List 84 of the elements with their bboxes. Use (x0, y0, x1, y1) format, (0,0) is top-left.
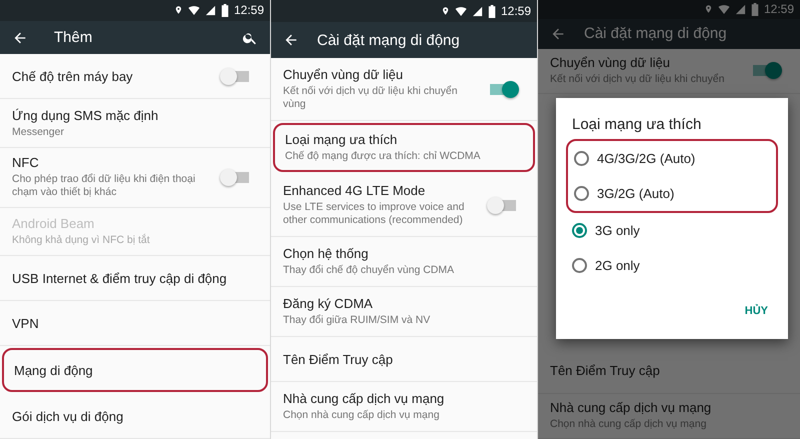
setting-description: Chọn nhà cung cấp dịch vụ mạng (283, 409, 440, 422)
setting-title: Enhanced 4G LTE Mode (283, 183, 426, 198)
radio-option[interactable]: 3G only (566, 212, 778, 248)
back-arrow-icon (283, 32, 299, 48)
status-time: 12:59 (764, 2, 794, 16)
setting-description: Use LTE services to improve voice and other communications (recommended) (283, 201, 466, 227)
cancel-button[interactable]: HỦY (734, 296, 778, 325)
radio-option[interactable]: 4G/3G/2G (Auto) (568, 140, 776, 176)
setting-description: Kết nối với dịch vụ dữ liệu khi chuyển (550, 73, 726, 86)
setting-title: NFC (12, 155, 40, 170)
wifi-icon (188, 4, 200, 16)
battery-icon (750, 2, 759, 16)
toggle-switch[interactable] (487, 196, 519, 214)
toggle-switch[interactable] (220, 168, 252, 186)
setting-description: Chọn nhà cung cấp dịch vụ mạng (550, 418, 708, 432)
setting-title: Chuyển vùng dữ liệu (283, 67, 404, 82)
dialog-title: Loại mạng ưa thích (571, 116, 702, 135)
setting-title: Android Beam (12, 216, 96, 231)
status-time: 12:59 (500, 4, 531, 18)
settings-row[interactable]: Tên Điểm Truy cập (538, 348, 800, 394)
option-label: 4G/3G/2G (Auto) (597, 150, 696, 166)
setting-description: Messenger (12, 126, 65, 139)
settings-row[interactable]: Nhà cung cấp dịch vụ mạng Chọn nhà cung cấp dịch vụ mạng (271, 382, 537, 432)
settings-row[interactable]: Enhanced 4G LTE Mode Use LTE services to improve voice and other communications (recommended) (271, 174, 537, 237)
settings-row[interactable]: Loại mạng ưa thích Chế độ mạng được ưa thích: chỉ WCDMA (273, 123, 535, 172)
setting-description: Chế độ mạng được ưa thích: chỉ WCDMA (285, 150, 482, 163)
signal-icon (204, 4, 216, 16)
setting-description: Thay đổi giữa RUIM/SIM và NV (283, 314, 432, 327)
option-label: 3G only (595, 222, 640, 238)
settings-row[interactable]: USB Internet & điểm truy cập di động (0, 256, 270, 301)
location-pin-icon (440, 5, 450, 17)
setting-title: VPN (12, 316, 40, 330)
settings-row[interactable]: Đăng ký CDMA Thay đổi giữa RUIM/SIM và NV (271, 287, 537, 337)
battery-icon (220, 4, 229, 17)
toolbar-title: Cài đặt mạng di động (584, 25, 728, 42)
setting-title: Tên Điểm Truy cập (283, 352, 394, 366)
toolbar-title: Thêm (54, 29, 94, 46)
setting-title: Gói dịch vụ di động (12, 408, 124, 424)
location-pin-icon (174, 4, 183, 16)
status-time: 12:59 (234, 3, 264, 18)
settings-row[interactable]: Gói dịch vụ di động (0, 394, 270, 439)
setting-title: Chuyển vùng dữ liệu (550, 55, 672, 70)
setting-description: Kết nối với dịch vụ dữ liệu khi chuyển vùng (283, 85, 458, 111)
toolbar-title: Cài đặt mạng di động (317, 32, 461, 48)
settings-row[interactable]: Nhà cung cấp dịch vụ mạng Chọn nhà cung cấp dịch vụ mạng (538, 394, 800, 439)
option-label: 3G/2G (Auto) (597, 186, 674, 201)
setting-description: Cho phép trao đổi dữ liệu khi điện thoại chạm vào thiết bị khác (12, 173, 196, 200)
settings-row[interactable]: Ứng dụng SMS mặc định Messenger (0, 99, 270, 148)
setting-title: Loại mạng ưa thích (285, 132, 398, 147)
toggle-switch[interactable] (487, 80, 519, 98)
radio-option[interactable]: 2G only (566, 248, 778, 283)
battery-icon (488, 4, 496, 18)
setting-title: Đăng ký CDMA (283, 296, 374, 311)
radio-button[interactable] (572, 258, 587, 273)
setting-title: Tên Điểm Truy cập (550, 363, 661, 378)
radio-option[interactable]: 3G/2G (Auto) (568, 176, 776, 211)
settings-row[interactable]: Chuyển vùng dữ liệu Kết nối với dịch vụ dữ liệu khi chuyển (538, 48, 800, 94)
settings-row[interactable]: NFC Cho phép trao đổi dữ liệu khi điện thoại chạm vào thiết bị khác (0, 148, 270, 208)
signal-icon (734, 4, 746, 15)
location-pin-icon (704, 3, 713, 16)
settings-row[interactable]: Mạng di động (2, 348, 268, 392)
setting-description: Thay đổi chế độ chuyển vùng CDMA (283, 264, 456, 277)
radio-button[interactable] (572, 222, 587, 238)
settings-row[interactable]: VPN (0, 301, 270, 346)
settings-row[interactable]: Chuyển vùng dữ liệu Kết nối với dịch vụ dữ liệu khi chuyển vùng (271, 58, 537, 121)
wifi-icon (454, 5, 467, 17)
wifi-icon (718, 3, 730, 16)
settings-row[interactable]: Chế độ trên máy bay (0, 54, 270, 100)
setting-title: Nhà cung cấp dịch vụ mạng (283, 391, 446, 406)
setting-title: Chọn hệ thống (283, 246, 370, 261)
setting-title: Mạng di động (14, 362, 94, 378)
toggle-switch[interactable] (750, 62, 782, 80)
setting-title: USB Internet & điểm truy cập di động (12, 270, 228, 286)
settings-row[interactable]: Chọn hệ thống Thay đổi chế độ chuyển vùng CDMA (271, 237, 537, 287)
radio-button[interactable] (574, 186, 589, 201)
radio-button[interactable] (574, 150, 589, 166)
option-label: 2G only (595, 258, 640, 273)
settings-row[interactable]: Tên Điểm Truy cập (271, 337, 537, 382)
toggle-switch[interactable] (220, 68, 252, 85)
setting-description: Không khả dụng vì NFC bị tắt (12, 234, 151, 247)
setting-title: Ứng dụng SMS mặc định (12, 108, 160, 123)
setting-title: Chế độ trên máy bay (12, 68, 134, 84)
setting-title: Nhà cung cấp dịch vụ mạng (550, 400, 712, 416)
signal-icon (472, 6, 483, 16)
